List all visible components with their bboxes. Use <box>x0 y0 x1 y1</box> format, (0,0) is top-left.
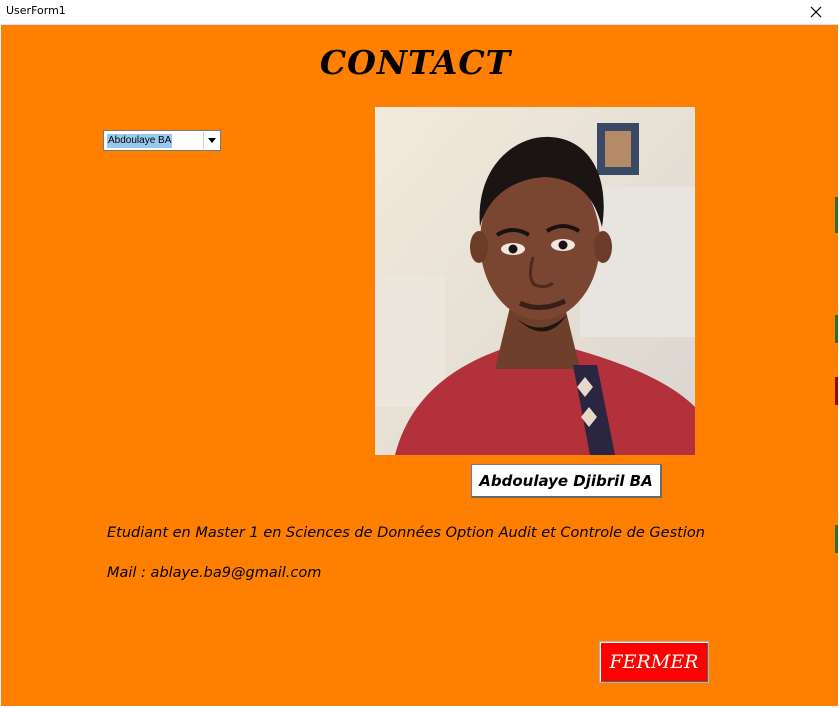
close-icon <box>810 6 822 18</box>
page-title: CONTACT <box>319 43 512 82</box>
contact-name-label: Abdoulaye Djibril BA <box>471 464 662 498</box>
contact-description: Etudiant en Master 1 en Sciences de Donn… <box>107 525 705 541</box>
window-close-button[interactable] <box>793 0 839 24</box>
contact-combobox[interactable]: Abdoulaye BA <box>103 130 221 151</box>
profile-photo <box>375 107 695 455</box>
chevron-down-icon <box>207 138 216 143</box>
combobox-dropdown-button[interactable] <box>203 132 219 149</box>
window-title: UserForm1 <box>6 4 66 17</box>
userform-body: CONTACT Abdoulaye BA Abdoulaye Djibril B… <box>1 25 838 706</box>
right-edge-marks <box>835 197 838 553</box>
contact-email: Mail : ablaye.ba9@gmail.com <box>107 565 322 581</box>
combobox-value: Abdoulaye BA <box>107 134 173 148</box>
title-bar: UserForm1 <box>0 0 839 25</box>
close-form-button[interactable]: FERMER <box>599 641 709 683</box>
